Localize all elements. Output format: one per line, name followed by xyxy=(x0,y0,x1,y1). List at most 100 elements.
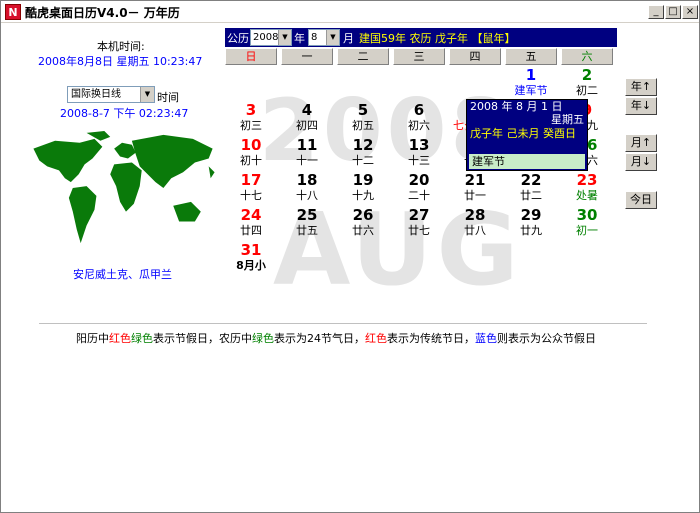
day-cell[interactable]: 5 初五 xyxy=(337,102,389,138)
tooltip-date: 2008 年 8 月 1 日 xyxy=(470,100,563,113)
day-number: 23 xyxy=(576,171,598,189)
day-cell[interactable]: 30 初一 xyxy=(561,207,613,243)
day-cell[interactable]: 13 十三 xyxy=(393,137,445,173)
day-cell[interactable]: 21 廿一 xyxy=(449,172,501,208)
lunar-label: 十一 xyxy=(296,154,318,167)
app-window: N 酷虎桌面日历V4.0－ 万年历 _ □ × 本机时间: 2008年8月8日 … xyxy=(0,0,700,513)
day-cell[interactable]: 24 廿四 xyxy=(225,207,277,243)
day-number: 4 xyxy=(301,101,313,119)
day-cell[interactable]: 11 十一 xyxy=(281,137,333,173)
day-cell[interactable]: 22 廿二 xyxy=(505,172,557,208)
day-number: 2 xyxy=(581,66,593,84)
day-cell[interactable]: 20 二十 xyxy=(393,172,445,208)
lunar-label: 廿六 xyxy=(352,224,374,237)
day-number: 25 xyxy=(296,206,318,224)
month-value: 8 xyxy=(311,32,318,43)
day-number: 12 xyxy=(352,136,374,154)
color-legend: 阳历中红色绿色表示节假日，农历中绿色表示为24节气日，红色表示为传统节日，蓝色则… xyxy=(76,330,596,346)
lunar-label: 初十 xyxy=(240,154,262,167)
lunar-label: 建军节 xyxy=(514,84,548,97)
month-down-button[interactable]: 月↓ xyxy=(625,153,657,171)
chevron-down-icon: ▼ xyxy=(278,30,291,45)
day-cell[interactable]: 10 初十 xyxy=(225,137,277,173)
day-cell[interactable]: 28 廿八 xyxy=(449,207,501,243)
year-select[interactable]: 2008 ▼ xyxy=(250,29,292,46)
local-time-label: 本机时间: xyxy=(97,40,145,53)
month-select[interactable]: 8 ▼ xyxy=(308,29,340,46)
weekday-1: 一 xyxy=(281,48,333,65)
minimize-button[interactable]: _ xyxy=(648,5,664,19)
chevron-down-icon: ▼ xyxy=(140,87,154,102)
gongli-label: 公历 xyxy=(227,32,249,45)
close-button[interactable]: × xyxy=(682,5,698,19)
legend-text: 则表示为公众节假日 xyxy=(497,332,596,345)
lunar-label: 初五 xyxy=(352,119,374,132)
lunar-label: 初三 xyxy=(240,119,262,132)
local-time: 2008年8月8日 星期五 10:23:47 xyxy=(38,55,203,68)
day-cell[interactable]: 25 廿五 xyxy=(281,207,333,243)
today-button[interactable]: 今日 xyxy=(625,191,657,209)
day-cell[interactable]: 19 十九 xyxy=(337,172,389,208)
day-tooltip: 2008 年 8 月 1 日 星期五 戊子年 己未月 癸酉日 建军节 xyxy=(466,99,588,171)
tooltip-ganzhi: 戊子年 己未月 癸酉日 xyxy=(467,126,587,141)
maximize-button[interactable]: □ xyxy=(665,5,681,19)
lunar-label: 十九 xyxy=(352,189,374,202)
lunar-label: 廿二 xyxy=(520,189,542,202)
day-cell[interactable]: 6 初六 xyxy=(393,102,445,138)
lunar-label: 十八 xyxy=(296,189,318,202)
year-up-button[interactable]: 年↑ xyxy=(625,78,657,96)
day-cell[interactable]: 4 初四 xyxy=(281,102,333,138)
world-map-icon[interactable] xyxy=(25,127,223,255)
lunar-label: 十七 xyxy=(240,189,262,202)
day-cell[interactable]: 31 8月小 xyxy=(225,242,277,278)
day-cell[interactable]: 3 初三 xyxy=(225,102,277,138)
year-down-button[interactable]: 年↓ xyxy=(625,97,657,115)
day-cell[interactable]: 12 十二 xyxy=(337,137,389,173)
day-cell[interactable]: 17 十七 xyxy=(225,172,277,208)
day-cell[interactable]: 1 建军节 xyxy=(505,67,557,103)
year-value: 2008 xyxy=(253,32,279,43)
lunar-label: 廿四 xyxy=(240,224,262,237)
weekday-5: 五 xyxy=(505,48,557,65)
day-cell[interactable]: 29 廿九 xyxy=(505,207,557,243)
timezone-selected: 国际换日线 xyxy=(71,89,121,100)
title-bar[interactable]: N 酷虎桌面日历V4.0－ 万年历 _ □ × xyxy=(1,1,699,23)
calendar-control-bar: 公历 2008 ▼ 年 8 ▼ 月 建国59年 农历 戊子年 【鼠年】 xyxy=(225,28,617,47)
day-cell[interactable]: 26 廿六 xyxy=(337,207,389,243)
lunar-label: 十三 xyxy=(408,154,430,167)
window-title: 酷虎桌面日历V4.0－ 万年历 xyxy=(25,6,180,20)
day-number: 3 xyxy=(245,101,257,119)
lunar-label: 初一 xyxy=(576,224,598,237)
app-icon: N xyxy=(5,4,21,20)
day-number: 10 xyxy=(240,136,262,154)
timezone-location: 安尼威土克、瓜甲兰 xyxy=(73,268,172,281)
month-up-button[interactable]: 月↑ xyxy=(625,134,657,152)
weekday-0: 日 xyxy=(225,48,277,65)
day-cell[interactable]: 2 初二 xyxy=(561,67,613,103)
weekday-4: 四 xyxy=(449,48,501,65)
day-cell[interactable]: 27 廿七 xyxy=(393,207,445,243)
day-cell[interactable]: 23 处暑 xyxy=(561,172,613,208)
chevron-down-icon: ▼ xyxy=(326,30,339,45)
lunar-label: 廿七 xyxy=(408,224,430,237)
lunar-label: 廿一 xyxy=(464,189,486,202)
day-number: 1 xyxy=(525,66,537,84)
year-unit: 年 xyxy=(294,32,305,45)
tooltip-weekday: 星期五 xyxy=(551,113,584,126)
timezone-select[interactable]: 国际换日线 ▼ xyxy=(67,86,155,103)
lunar-label: 十二 xyxy=(352,154,374,167)
day-number: 31 xyxy=(240,241,262,259)
day-number: 24 xyxy=(240,206,262,224)
weekday-2: 二 xyxy=(337,48,389,65)
legend-text: 表示节假日，农历中 xyxy=(153,332,252,345)
timezone-time: 2008-8-7 下午 02:23:47 xyxy=(60,107,189,120)
legend-text: 阳历中 xyxy=(76,332,109,345)
lunar-label: 初六 xyxy=(408,119,430,132)
lunar-label: 初二 xyxy=(576,84,598,97)
legend-text: 表示为传统节日， xyxy=(387,332,475,345)
day-number: 30 xyxy=(576,206,598,224)
lunar-year-info: 建国59年 农历 戊子年 【鼠年】 xyxy=(359,32,516,45)
day-cell[interactable]: 18 十八 xyxy=(281,172,333,208)
legend-red: 红色 xyxy=(365,332,387,345)
lunar-label: 二十 xyxy=(408,189,430,202)
